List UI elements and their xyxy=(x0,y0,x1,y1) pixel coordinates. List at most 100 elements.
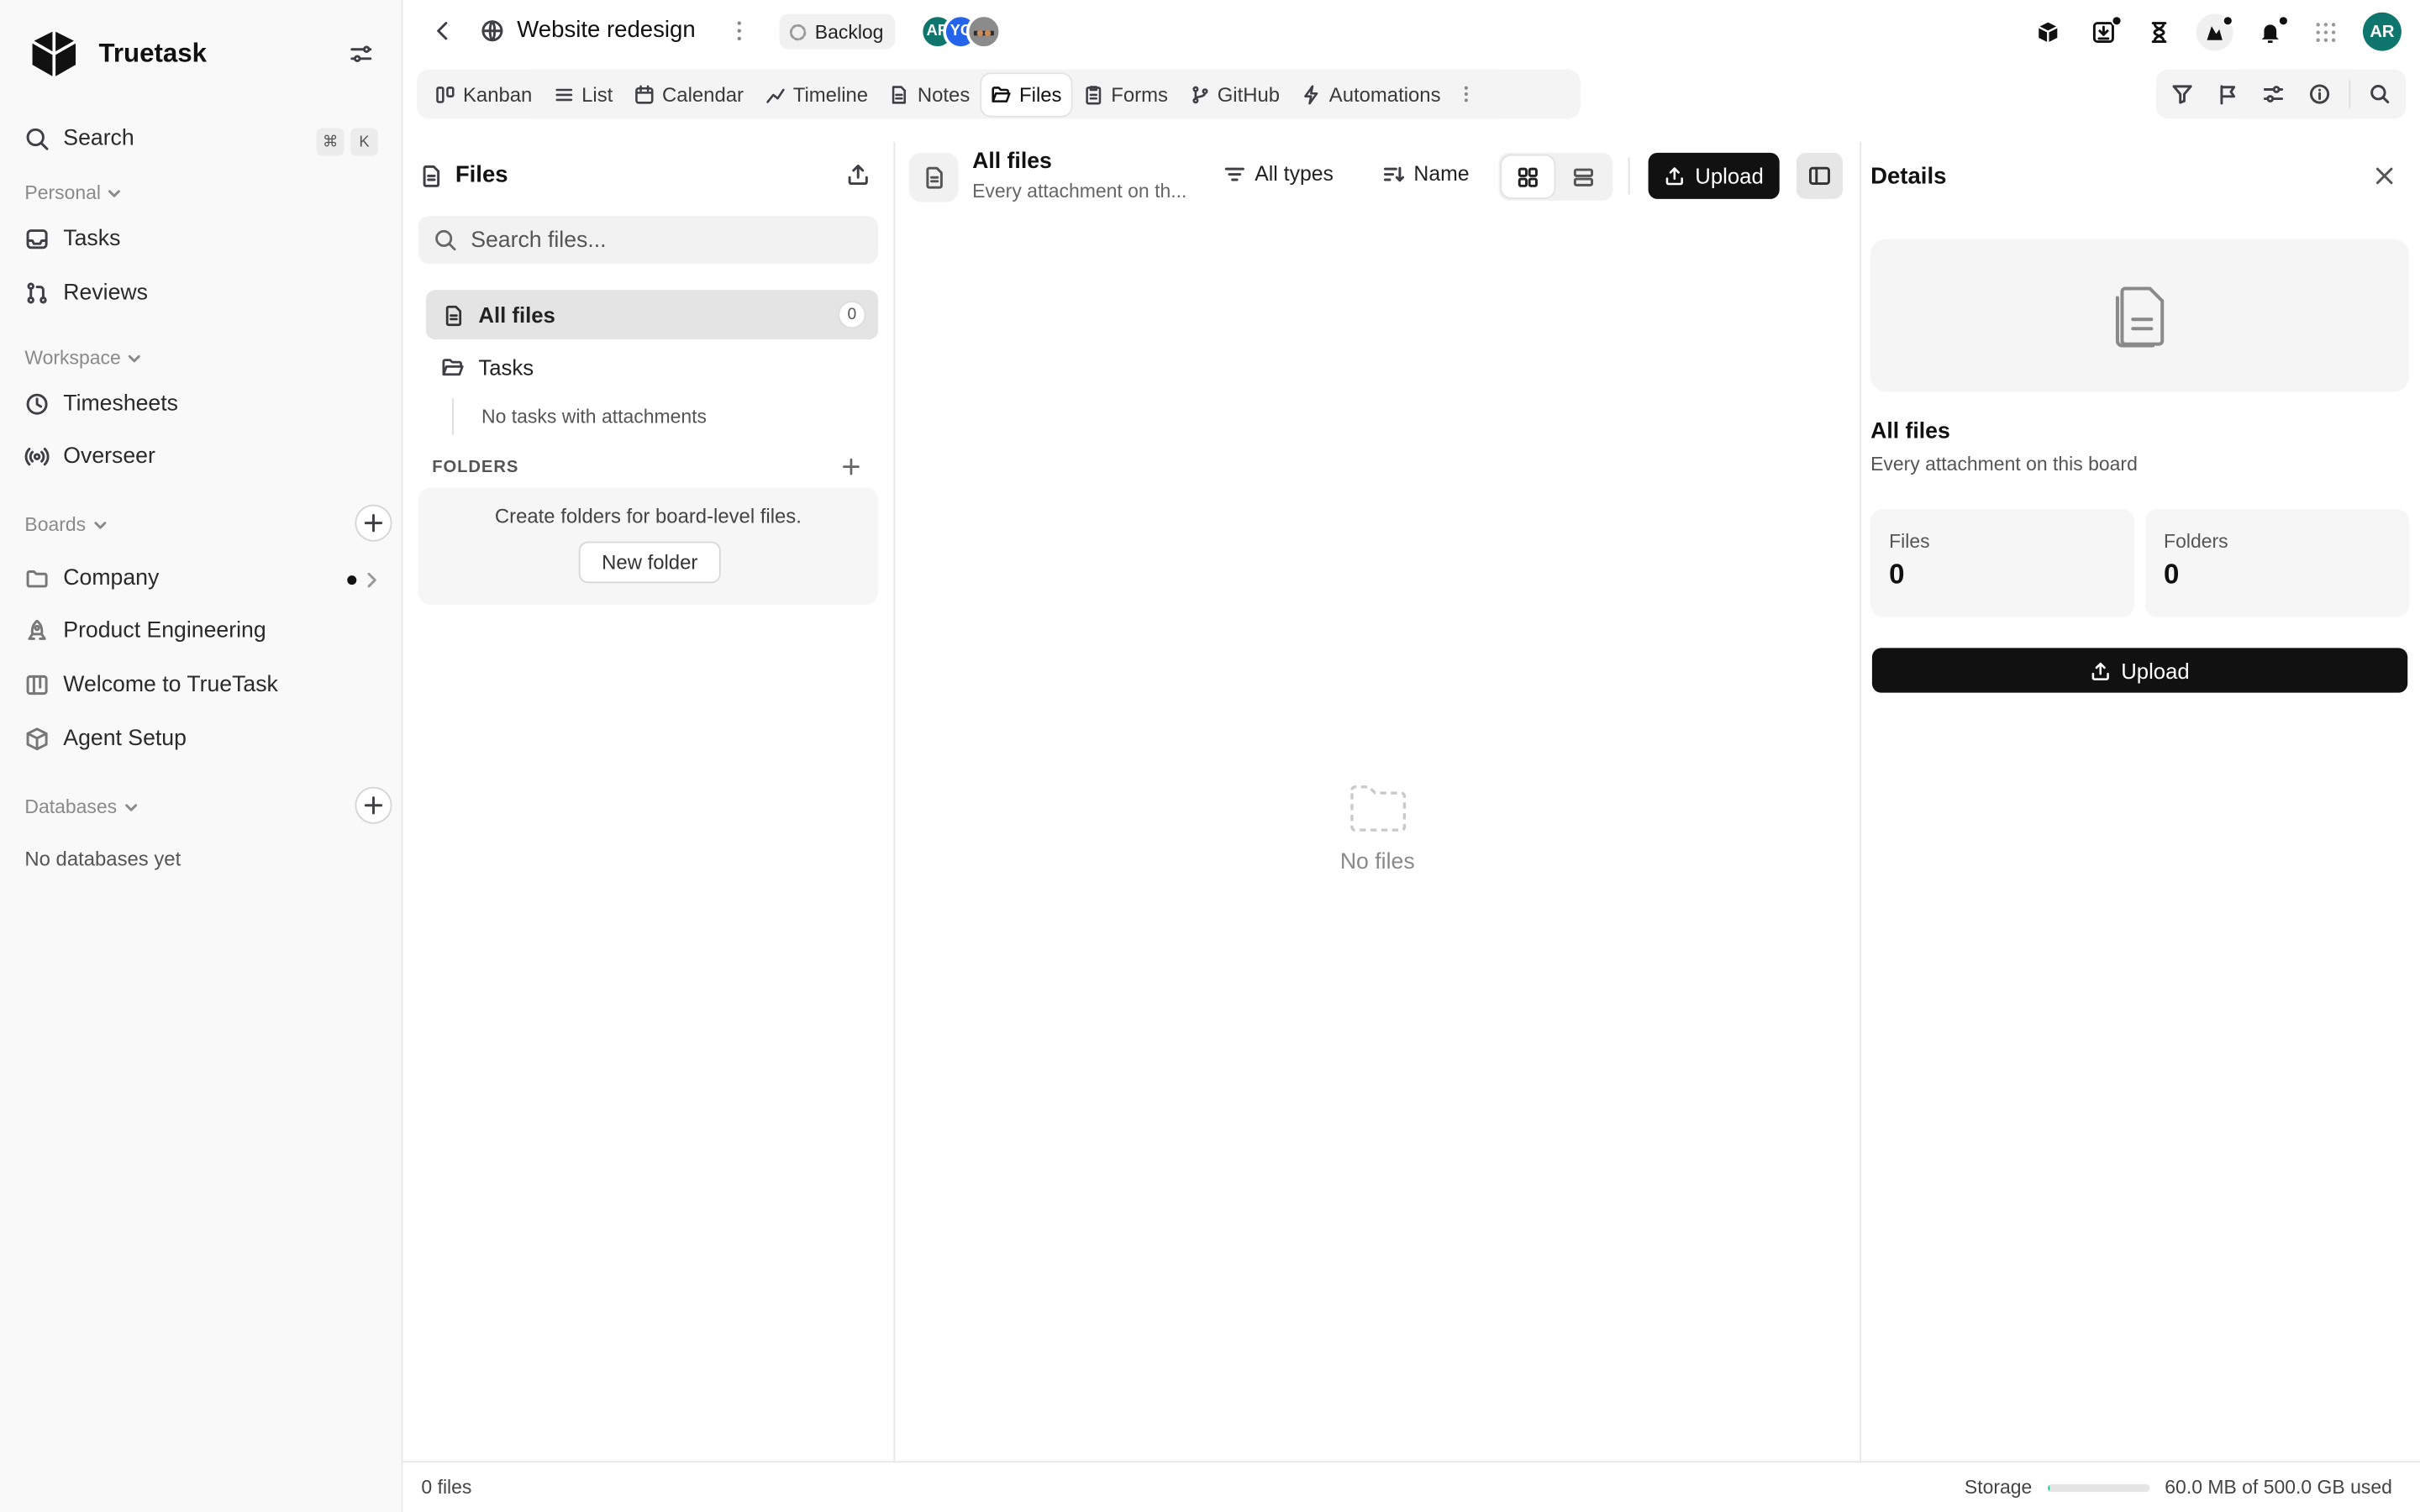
folders-stat: Folders 0 xyxy=(2145,509,2410,617)
tab-label: Kanban xyxy=(463,82,533,106)
lightning-icon xyxy=(1304,84,1318,104)
more-vertical-icon xyxy=(1465,86,1469,102)
empty-folder-icon xyxy=(1349,785,1406,832)
board-toolbar xyxy=(2155,69,2407,119)
type-filter-button[interactable]: All types xyxy=(1224,162,1334,185)
list-view-icon[interactable] xyxy=(1557,156,1609,198)
add-board-button[interactable] xyxy=(355,504,392,542)
add-folder-icon[interactable] xyxy=(841,457,861,477)
tree-item-tasks[interactable]: Tasks xyxy=(441,354,534,380)
cube-icon xyxy=(26,727,48,751)
back-arrow-icon[interactable] xyxy=(430,18,455,43)
tab-timeline[interactable]: Timeline xyxy=(756,73,877,115)
upload-button[interactable]: Upload xyxy=(1648,152,1780,199)
sidebar-item-overseer[interactable]: Overseer xyxy=(24,444,155,469)
tab-list[interactable]: List xyxy=(544,73,622,115)
status-label: Backlog xyxy=(814,20,884,43)
git-pull-request-icon xyxy=(27,282,47,304)
sidebar-item-label: Tasks xyxy=(63,226,121,252)
sidebar-search-label: Search xyxy=(63,126,134,151)
page-title: All files xyxy=(972,150,1052,175)
sidebar-item-label: Welcome to TrueTask xyxy=(63,672,278,698)
tab-calendar[interactable]: Calendar xyxy=(625,73,753,115)
tab-kanban[interactable]: Kanban xyxy=(426,73,541,115)
calendar-icon xyxy=(635,84,654,103)
agent-icon[interactable] xyxy=(2196,13,2233,50)
sidebar-item-company[interactable]: Company xyxy=(24,566,159,591)
view-toggle xyxy=(1498,152,1613,201)
sidebar-item-product-engineering[interactable]: Product Engineering xyxy=(24,619,266,643)
plus-icon xyxy=(364,513,383,533)
project-more-icon[interactable] xyxy=(733,18,745,43)
member-avatars[interactable]: AR YC xyxy=(919,13,1002,50)
tab-files[interactable]: Files xyxy=(981,73,1071,115)
rocket-icon xyxy=(28,619,46,640)
tabs-more-button[interactable] xyxy=(1453,73,1481,115)
sidebar-item-reviews[interactable]: Reviews xyxy=(24,281,148,306)
sidebar-item-timesheets[interactable]: Timesheets xyxy=(24,392,178,417)
files-search[interactable] xyxy=(418,216,879,265)
search-icon[interactable] xyxy=(2363,77,2396,111)
brand[interactable]: Truetask xyxy=(28,28,207,80)
files-search-input[interactable] xyxy=(471,227,842,253)
tab-forms[interactable]: Forms xyxy=(1074,73,1177,115)
sidebar-search[interactable]: Search xyxy=(24,127,134,151)
folders-heading: FOLDERS xyxy=(432,458,519,477)
toolbar-divider xyxy=(2349,80,2351,108)
details-subtitle: Every attachment on this board xyxy=(1870,453,2138,475)
timeline-icon xyxy=(765,87,785,102)
details-upload-button[interactable]: Upload xyxy=(1871,648,2408,693)
files-panel-title-text: Files xyxy=(455,161,508,189)
grid-view-icon[interactable] xyxy=(1502,155,1555,198)
user-avatar[interactable]: AR xyxy=(2362,12,2402,51)
download-inbox-icon[interactable] xyxy=(2085,13,2123,50)
tab-label: Notes xyxy=(917,82,971,106)
info-icon[interactable] xyxy=(2303,77,2337,111)
sliders-icon[interactable] xyxy=(2257,77,2291,111)
stat-value: 0 xyxy=(2164,558,2180,590)
upload-label: Upload xyxy=(2121,658,2190,683)
project-title[interactable]: Website redesign xyxy=(517,17,695,43)
files-tree-panel: Files All files 0 Tasks No tasks with at… xyxy=(402,141,896,1462)
sidebar-item-label: Company xyxy=(63,566,160,591)
tab-automations[interactable]: Automations xyxy=(1292,73,1450,115)
chevron-right-icon[interactable] xyxy=(364,571,379,590)
panel-toggle-icon[interactable] xyxy=(1796,152,1844,199)
tree-item-all-files[interactable]: All files 0 xyxy=(425,290,879,340)
section-databases[interactable]: Databases xyxy=(24,796,138,817)
tab-github[interactable]: GitHub xyxy=(1181,73,1289,115)
tasks-empty-text: No tasks with attachments xyxy=(452,397,707,435)
sidebar-item-welcome[interactable]: Welcome to TrueTask xyxy=(24,673,278,697)
no-databases-text: No databases yet xyxy=(24,847,182,870)
plus-icon xyxy=(364,796,383,815)
chevron-down-icon xyxy=(93,522,106,529)
filter-icon[interactable] xyxy=(2165,77,2199,111)
section-boards[interactable]: Boards xyxy=(24,514,107,535)
status-circle-icon xyxy=(789,23,807,40)
sidebar-item-tasks[interactable]: Tasks xyxy=(24,227,120,251)
status-badge[interactable]: Backlog xyxy=(779,13,897,50)
filter-lines-icon xyxy=(1224,166,1244,181)
upload-icon[interactable] xyxy=(846,162,871,186)
apps-grid-icon[interactable] xyxy=(2307,13,2344,50)
hourglass-icon[interactable] xyxy=(2141,13,2178,50)
tab-label: Automations xyxy=(1328,82,1441,106)
page-subtitle: Every attachment on th... xyxy=(972,180,1187,202)
add-database-button[interactable] xyxy=(355,786,392,824)
section-workspace[interactable]: Workspace xyxy=(24,347,142,369)
sidebar-settings-icon[interactable] xyxy=(349,42,373,66)
tab-label: Timeline xyxy=(792,82,869,106)
section-personal[interactable]: Personal xyxy=(24,182,122,203)
chevron-down-icon xyxy=(129,354,141,363)
tab-notes[interactable]: Notes xyxy=(881,73,979,115)
folder-open-icon xyxy=(992,86,1012,102)
bell-icon[interactable] xyxy=(2252,13,2289,50)
sort-button[interactable]: Name xyxy=(1383,162,1470,185)
close-icon[interactable] xyxy=(2374,165,2396,187)
shortcut-k: K xyxy=(350,128,378,156)
storage-label: Storage xyxy=(1964,1476,2033,1499)
cube-icon[interactable] xyxy=(2029,13,2066,50)
new-folder-button[interactable]: New folder xyxy=(578,541,721,584)
flag-icon[interactable] xyxy=(2212,77,2245,111)
sidebar-item-agent-setup[interactable]: Agent Setup xyxy=(24,727,187,751)
